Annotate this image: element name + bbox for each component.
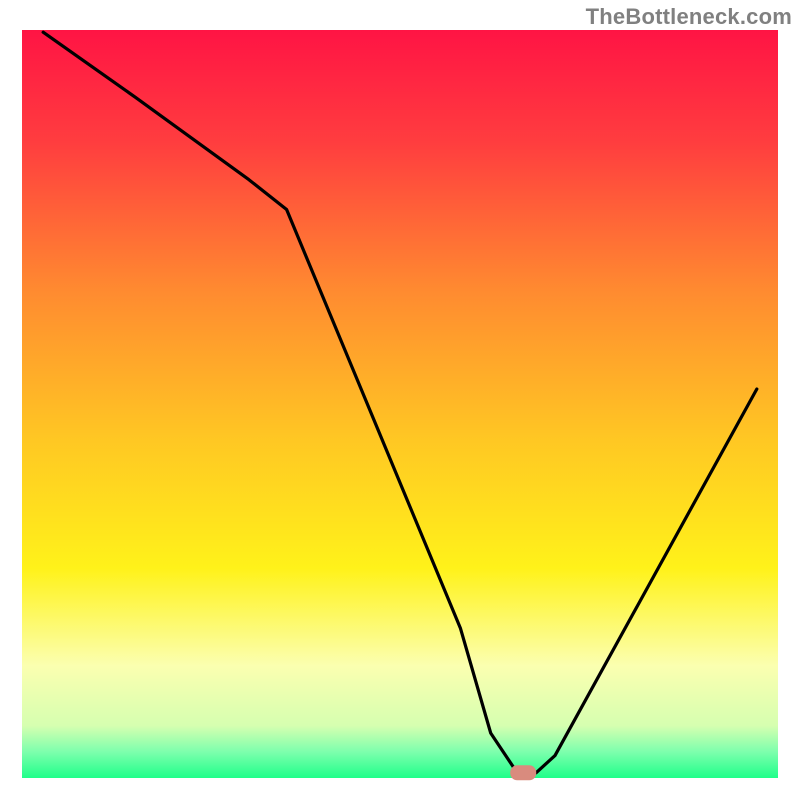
- optimal-point-marker: [510, 765, 536, 780]
- chart-svg: [0, 0, 800, 800]
- chart-canvas: TheBottleneck.com: [0, 0, 800, 800]
- chart-plot-bg: [22, 30, 778, 778]
- attribution-label: TheBottleneck.com: [586, 4, 792, 30]
